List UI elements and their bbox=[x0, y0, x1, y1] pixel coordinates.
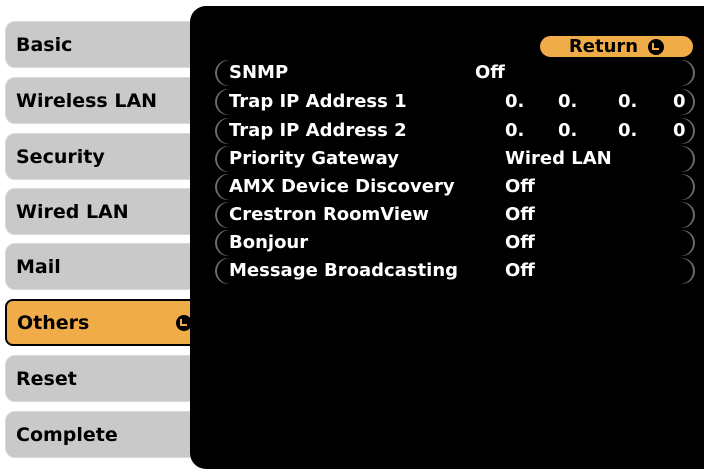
tab-security[interactable]: Security bbox=[5, 133, 194, 180]
tab-label: Wired LAN bbox=[16, 200, 129, 223]
setting-label: Bonjour bbox=[229, 232, 309, 253]
setting-label: Message Broadcasting bbox=[229, 260, 459, 281]
setting-row-crestron-roomview[interactable]: Crestron RoomView Off bbox=[215, 202, 695, 228]
ip-octet[interactable]: 0. bbox=[618, 118, 637, 144]
enter-icon bbox=[648, 38, 665, 55]
setting-row-bonjour[interactable]: Bonjour Off bbox=[215, 230, 695, 256]
tab-wired-lan[interactable]: Wired LAN bbox=[5, 188, 194, 235]
return-label: Return bbox=[568, 36, 639, 57]
setting-label: Crestron RoomView bbox=[229, 204, 429, 225]
setting-row-snmp[interactable]: SNMP Off bbox=[215, 60, 695, 86]
tab-label: Mail bbox=[16, 255, 61, 278]
tab-complete[interactable]: Complete bbox=[5, 411, 194, 458]
ip-octet[interactable]: 0. bbox=[558, 118, 577, 144]
setting-value: Wired LAN bbox=[505, 148, 612, 169]
setting-value: Off bbox=[505, 232, 535, 253]
setting-value: Off bbox=[505, 204, 535, 225]
setting-value: Off bbox=[475, 62, 505, 83]
setting-row-trap-ip-1[interactable]: Trap IP Address 1 0. 0. 0. 0 bbox=[215, 89, 695, 115]
ip-octet[interactable]: 0 bbox=[673, 118, 686, 144]
tab-label: Others bbox=[17, 311, 90, 334]
setting-row-message-broadcasting[interactable]: Message Broadcasting Off bbox=[215, 258, 695, 284]
setting-value: Off bbox=[505, 176, 535, 197]
setting-row-priority-gateway[interactable]: Priority Gateway Wired LAN bbox=[215, 146, 695, 172]
tab-reset[interactable]: Reset bbox=[5, 355, 194, 402]
setting-row-trap-ip-2[interactable]: Trap IP Address 2 0. 0. 0. 0 bbox=[215, 118, 695, 144]
setting-label: Trap IP Address 1 bbox=[229, 91, 407, 112]
tab-mail[interactable]: Mail bbox=[5, 243, 194, 290]
ip-octet[interactable]: 0. bbox=[558, 89, 577, 115]
ip-octet[interactable]: 0. bbox=[618, 89, 637, 115]
setting-value: Off bbox=[505, 260, 535, 281]
tab-label: Wireless LAN bbox=[16, 89, 158, 112]
setting-label: Priority Gateway bbox=[229, 148, 399, 169]
setting-row-amx-device-discovery[interactable]: AMX Device Discovery Off bbox=[215, 174, 695, 200]
tab-wireless-lan[interactable]: Wireless LAN bbox=[5, 77, 194, 124]
return-button[interactable]: Return bbox=[539, 35, 694, 58]
tab-basic[interactable]: Basic bbox=[5, 21, 194, 68]
setting-label: AMX Device Discovery bbox=[229, 176, 455, 197]
ip-octet[interactable]: 0. bbox=[505, 89, 524, 115]
setting-label: Trap IP Address 2 bbox=[229, 120, 407, 141]
tab-others[interactable]: Others bbox=[5, 299, 202, 346]
tab-label: Reset bbox=[16, 367, 77, 390]
setting-label: SNMP bbox=[229, 62, 289, 83]
ip-octet[interactable]: 0. bbox=[505, 118, 524, 144]
tab-label: Complete bbox=[16, 423, 118, 446]
ip-octet[interactable]: 0 bbox=[673, 89, 686, 115]
tab-label: Basic bbox=[16, 33, 73, 56]
sidebar: Basic Wireless LAN Security Wired LAN Ma… bbox=[0, 0, 202, 473]
tab-label: Security bbox=[16, 145, 105, 168]
